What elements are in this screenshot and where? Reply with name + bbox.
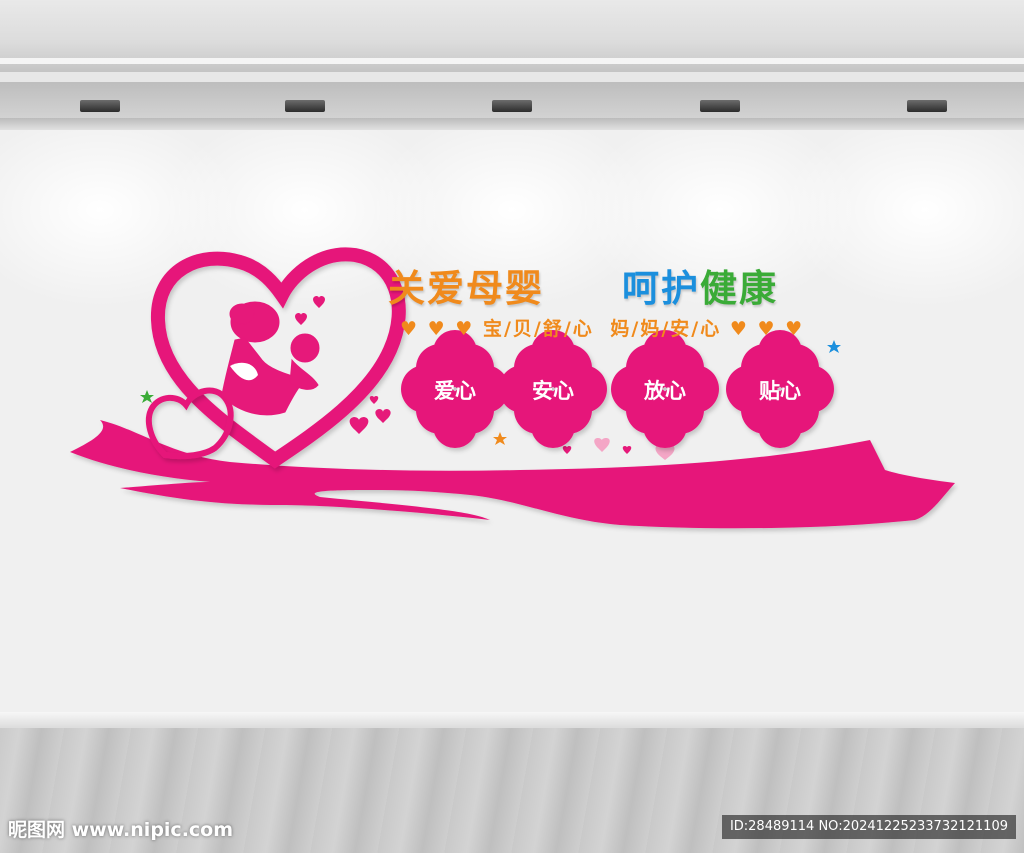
- culture-wall-sign: 关爱母婴 呵护健康 ♥ ♥ ♥ 宝/贝/舒/心 妈/妈/安/心 ♥ ♥ ♥ 爱心…: [0, 0, 1024, 853]
- ribbon: [70, 420, 955, 529]
- watermark-site: 昵图网 www.nipic.com: [8, 819, 234, 841]
- flower-label-2: 安心: [532, 379, 574, 403]
- headline-left: 关爱母婴: [388, 258, 544, 312]
- subline-text-1: 宝/贝/舒/心: [482, 318, 594, 340]
- headline-right-blue: 呵护: [622, 267, 700, 310]
- subline-text-2: 妈/妈/安/心: [610, 318, 722, 340]
- ribbon-shape: [70, 420, 955, 529]
- flower-label-3: 放心: [644, 379, 686, 403]
- subline: ♥ ♥ ♥ 宝/贝/舒/心 妈/妈/安/心 ♥ ♥ ♥: [400, 314, 804, 341]
- flower-label-4: 贴心: [759, 379, 801, 403]
- headline-left-text: 关爱母婴: [388, 267, 544, 310]
- subline-hearts-right: ♥ ♥ ♥: [729, 318, 805, 340]
- flower-label-1: 爱心: [434, 379, 476, 403]
- subline-hearts-left: ♥ ♥ ♥: [400, 318, 475, 340]
- headline-right-green: 健康: [700, 267, 778, 310]
- sign-graphics: [70, 247, 955, 529]
- headline-right: 呵护健康: [622, 258, 778, 312]
- watermark-id: ID:28489114 NO:20241225233732121109: [721, 815, 1016, 839]
